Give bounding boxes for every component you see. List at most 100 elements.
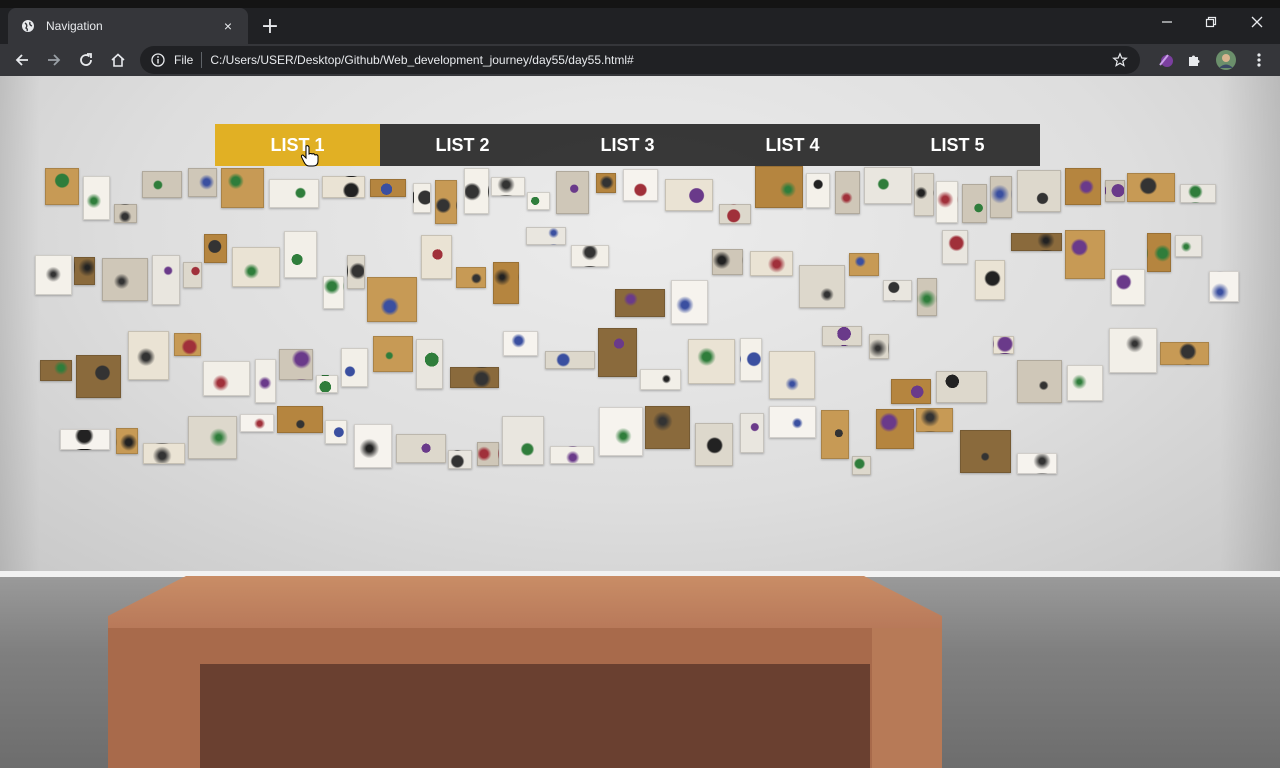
artwork-piece <box>993 336 1014 354</box>
artwork-piece <box>806 173 830 208</box>
artwork-piece <box>917 278 937 316</box>
artwork-piece <box>640 369 681 390</box>
divider <box>201 52 203 68</box>
artwork-piece <box>645 406 690 449</box>
artwork-piece <box>615 289 665 317</box>
artwork-piece <box>1017 360 1062 403</box>
artwork-piece <box>448 450 472 469</box>
artwork-piece <box>740 338 762 381</box>
artwork-piece <box>1175 235 1202 257</box>
pointer-cursor-icon <box>300 145 319 167</box>
home-icon[interactable] <box>102 46 134 74</box>
artwork-piece <box>1067 365 1103 401</box>
artwork-piece <box>1111 269 1145 305</box>
artwork-piece <box>740 413 764 453</box>
artwork-piece <box>316 375 338 393</box>
artwork-piece <box>1209 271 1239 302</box>
artwork-piece <box>916 408 953 432</box>
artwork-piece <box>284 231 317 278</box>
artwork-piece <box>1065 230 1105 279</box>
url-text[interactable]: C:/Users/USER/Desktop/Github/Web_develop… <box>210 53 1110 67</box>
artwork-piece <box>750 251 793 276</box>
bench-leg <box>872 624 942 768</box>
artwork-piece <box>269 179 319 208</box>
artwork-piece <box>203 361 250 396</box>
artwork-piece <box>74 257 95 285</box>
artwork-piece <box>204 234 227 263</box>
artwork-piece <box>232 247 280 287</box>
artwork-piece <box>367 277 417 322</box>
artwork-piece <box>975 260 1005 300</box>
artwork-piece <box>114 204 137 223</box>
artwork-piece <box>435 180 457 224</box>
bench-shadow <box>200 664 870 768</box>
artwork-piece <box>962 184 987 223</box>
artwork-piece <box>464 168 489 214</box>
artwork-piece <box>822 326 862 346</box>
artwork-piece <box>502 416 544 465</box>
artwork-piece <box>527 192 550 210</box>
nav-item-list-4[interactable]: LIST 4 <box>710 124 875 166</box>
artwork-piece <box>671 280 708 324</box>
artwork-piece <box>598 328 637 377</box>
nav-item-list-5[interactable]: LIST 5 <box>875 124 1040 166</box>
tab-title: Navigation <box>46 19 103 33</box>
nav-item-list-2[interactable]: LIST 2 <box>380 124 545 166</box>
artwork-piece <box>1105 180 1125 202</box>
nav-item-list-1[interactable]: LIST 1 <box>215 124 380 166</box>
artwork-piece <box>370 179 406 197</box>
artwork-piece <box>599 407 643 456</box>
artwork-piece <box>491 177 525 196</box>
extension-icon[interactable] <box>1152 46 1180 74</box>
puzzle-icon[interactable] <box>1180 46 1208 74</box>
artwork-piece <box>852 456 871 475</box>
restore-icon[interactable] <box>1188 10 1234 34</box>
artwork-piece <box>183 262 202 288</box>
artwork-piece <box>456 267 486 288</box>
minimize-icon[interactable] <box>1144 10 1190 34</box>
artwork-piece <box>152 255 180 305</box>
artwork-piece <box>1017 170 1061 212</box>
artwork-piece <box>990 176 1012 218</box>
artwork-piece <box>83 176 110 220</box>
artwork-piece <box>849 253 879 276</box>
artwork-piece <box>188 168 217 197</box>
artwork-piece <box>373 336 413 372</box>
title-bar-edge <box>0 0 1280 8</box>
artwork-piece <box>142 171 182 198</box>
artwork-piece <box>76 355 121 398</box>
artwork-piece <box>1127 173 1175 202</box>
forward-icon[interactable] <box>38 46 70 74</box>
artwork-piece <box>769 351 815 399</box>
artwork-piece <box>550 446 594 464</box>
artwork-piece <box>325 420 347 444</box>
artwork-piece <box>1160 342 1209 365</box>
artwork-piece <box>936 181 958 223</box>
info-icon[interactable] <box>150 52 166 68</box>
artwork-piece <box>876 409 914 449</box>
artwork-piece <box>60 429 110 450</box>
artwork-piece <box>665 179 713 211</box>
artwork-piece <box>799 265 845 308</box>
page-viewport: LIST 1 LIST 2 LIST 3 LIST 4 LIST 5 <box>0 76 1280 768</box>
profile-icon[interactable] <box>1212 46 1240 74</box>
artwork-piece <box>493 262 519 304</box>
close-icon[interactable]: × <box>220 18 236 34</box>
active-tab[interactable]: Navigation × <box>8 8 248 44</box>
nav-item-list-3[interactable]: LIST 3 <box>545 124 710 166</box>
reload-icon[interactable] <box>70 46 102 74</box>
scheme-label: File <box>174 53 194 67</box>
plus-icon[interactable]: + <box>258 14 282 39</box>
artwork-piece <box>188 416 237 459</box>
artwork-piece <box>821 410 849 459</box>
artwork-piece <box>556 171 589 214</box>
artwork-piece <box>450 367 499 388</box>
star-icon[interactable] <box>1110 50 1130 70</box>
artwork-piece <box>712 249 743 275</box>
window-close-icon[interactable] <box>1234 10 1280 34</box>
back-icon[interactable] <box>6 46 38 74</box>
artwork-piece <box>396 434 446 463</box>
address-bar[interactable]: File C:/Users/USER/Desktop/Github/Web_de… <box>140 46 1140 74</box>
menu-icon[interactable] <box>1245 46 1273 74</box>
artwork-piece <box>1180 184 1216 203</box>
